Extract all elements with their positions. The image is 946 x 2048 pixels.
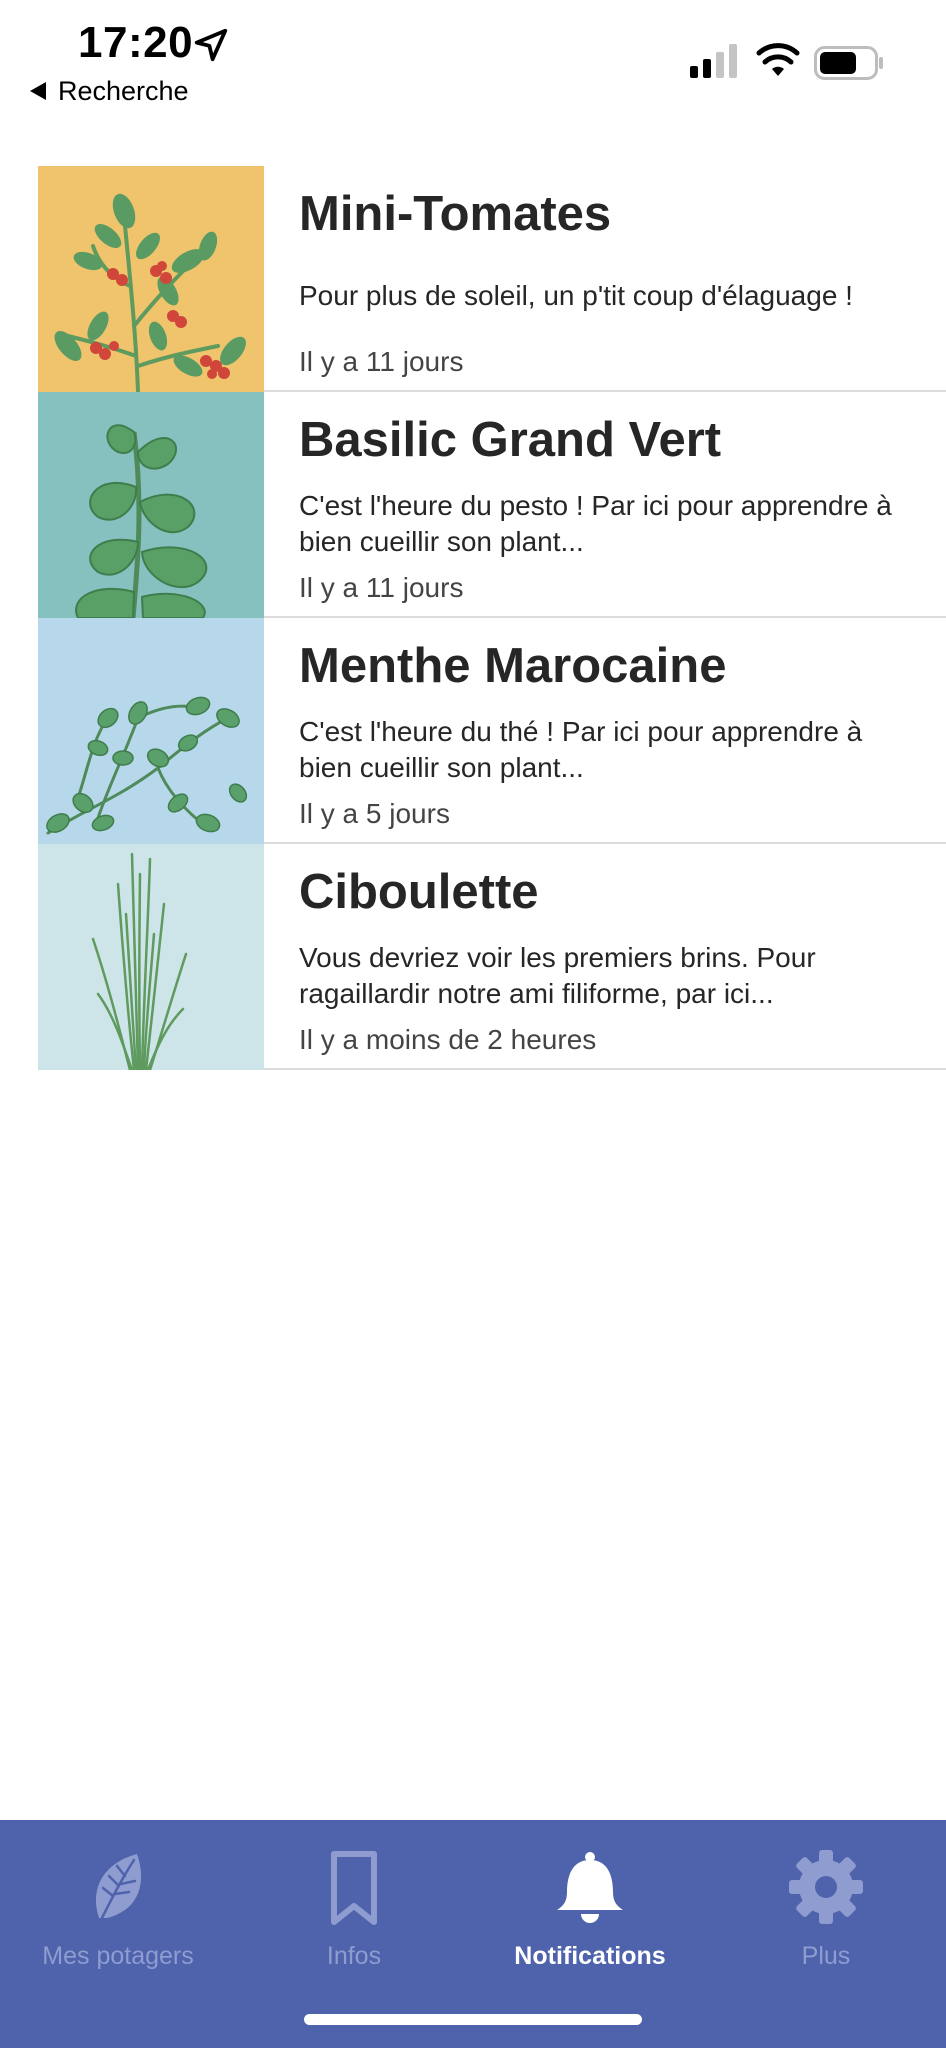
basil-plant-illustration: [38, 392, 264, 618]
notification-date: Il y a 5 jours: [299, 798, 450, 829]
status-time: 17:20: [78, 18, 194, 67]
mint-plant-illustration: [38, 618, 264, 844]
bell-icon: [557, 1852, 623, 1923]
tab-label: Infos: [326, 1942, 382, 1970]
bookmark-icon: [331, 1851, 377, 1925]
notification-row-ciboulette[interactable]: Ciboulette Vous devriez voir les premier…: [38, 844, 946, 1070]
notification-title: Mini-Tomates: [299, 187, 612, 241]
leaf-icon: [95, 1854, 142, 1922]
cellular-signal-icon: [690, 44, 737, 78]
wifi-icon: [756, 43, 800, 76]
notification-description: C'est l'heure du thé ! Par ici pour appr…: [299, 716, 863, 783]
notification-title: Menthe Marocaine: [299, 639, 727, 693]
notification-row-menthe-marocaine[interactable]: Menthe Marocaine C'est l'heure du thé ! …: [38, 618, 946, 844]
notification-description: C'est l'heure du pesto ! Par ici pour ap…: [299, 490, 892, 557]
notification-description: Vous devriez voir les premiers brins. Po…: [299, 942, 816, 1009]
location-arrow-icon: [194, 28, 228, 62]
back-triangle-icon: [30, 82, 46, 100]
tab-notifications[interactable]: Notifications: [472, 1820, 708, 2000]
notification-row-mini-tomates[interactable]: Mini-Tomates Pour plus de soleil, un p't…: [38, 166, 946, 392]
battery-icon: [814, 46, 883, 80]
notification-row-basilic-grand-vert[interactable]: Basilic Grand Vert C'est l'heure du pest…: [38, 392, 946, 618]
tab-label: Notifications: [514, 1942, 666, 1970]
notification-list: Mini-Tomates Pour plus de soleil, un p't…: [38, 166, 946, 1070]
home-indicator: [304, 2014, 642, 2025]
tab-plus[interactable]: Plus: [708, 1820, 944, 2000]
notification-date: Il y a moins de 2 heures: [299, 1024, 597, 1055]
notification-title: Basilic Grand Vert: [299, 413, 722, 467]
notification-description: Pour plus de soleil, un p'tit coup d'éla…: [299, 280, 853, 311]
tab-infos[interactable]: Infos: [236, 1820, 472, 2000]
back-link-label: Recherche: [58, 75, 189, 106]
gear-icon: [789, 1850, 863, 1924]
notification-date: Il y a 11 jours: [299, 346, 464, 377]
tab-label: Mes potagers: [42, 1942, 194, 1970]
tab-label: Plus: [801, 1942, 851, 1970]
notification-date: Il y a 11 jours: [299, 572, 464, 603]
tab-mes-potagers[interactable]: Mes potagers: [0, 1820, 236, 2000]
chives-illustration: [38, 844, 264, 1070]
status-bar: 17:20 Recherche: [0, 0, 946, 120]
tomato-plant-illustration: [38, 166, 264, 392]
back-to-recherche-link[interactable]: Recherche: [30, 74, 189, 108]
notification-title: Ciboulette: [299, 865, 539, 919]
